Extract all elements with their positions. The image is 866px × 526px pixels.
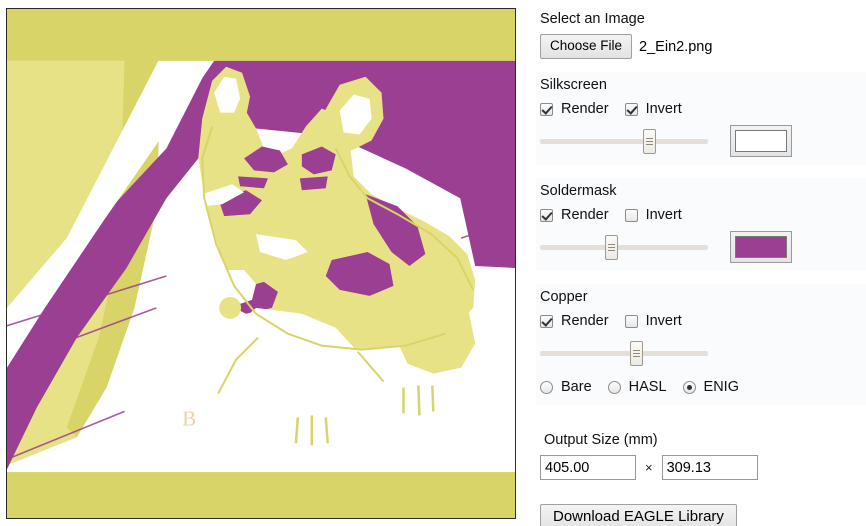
- artwork-eye-left: [238, 176, 268, 189]
- output-size-label: Output Size (mm): [544, 432, 658, 448]
- soldermask-color-swatch[interactable]: [730, 231, 792, 263]
- choose-file-button[interactable]: Choose File: [540, 34, 633, 59]
- slider-knob[interactable]: [604, 235, 618, 260]
- image-preview-canvas[interactable]: B: [6, 8, 516, 519]
- silkscreen-render-label: Render: [561, 101, 609, 117]
- soldermask-slider-row: [540, 230, 866, 264]
- output-height-input[interactable]: [661, 455, 758, 480]
- preview-matte-top: [7, 9, 515, 61]
- artwork-collar-tag: [219, 296, 242, 319]
- copper-finish-label-bare: Bare: [561, 379, 592, 395]
- download-eagle-library-button[interactable]: Download EAGLE Library: [540, 504, 737, 526]
- copper-finish-label-hasl: HASL: [628, 379, 667, 395]
- copper-title: Copper: [540, 289, 588, 305]
- copper-invert-label: Invert: [645, 313, 682, 329]
- soldermask-panel: Soldermask Render Invert: [536, 178, 866, 271]
- silkscreen-render-checkbox[interactable]: [540, 102, 553, 116]
- soldermask-invert-label: Invert: [645, 207, 682, 223]
- artwork-paw-right: [383, 365, 450, 416]
- preview-artwork: B: [7, 60, 515, 473]
- file-input-row: Choose File 2_Ein2.png: [540, 34, 866, 59]
- soldermask-render-label: Render: [561, 207, 609, 223]
- soldermask-title: Soldermask: [540, 183, 617, 199]
- silkscreen-invert-label: Invert: [645, 101, 682, 117]
- size-separator: ×: [645, 460, 653, 475]
- preview-matte-bottom: [7, 472, 515, 518]
- slider-track: [540, 351, 708, 356]
- soldermask-color-fill: [735, 236, 787, 258]
- artwork-eye-right: [299, 176, 328, 191]
- controls-column: Select an Image Choose File 2_Ein2.png S…: [536, 0, 866, 526]
- copper-finish-radio-hasl[interactable]: [607, 380, 621, 394]
- download-group: Download EAGLE Library: [536, 504, 866, 526]
- silkscreen-threshold-slider[interactable]: [540, 126, 708, 156]
- soldermask-render-checkbox[interactable]: [540, 208, 553, 222]
- slider-track: [540, 245, 708, 250]
- copper-render-checkbox[interactable]: [540, 314, 553, 328]
- silkscreen-color-swatch[interactable]: [730, 125, 792, 157]
- select-image-label: Select an Image: [540, 11, 645, 27]
- image-picker-group: Select an Image Choose File 2_Ein2.png: [536, 10, 866, 59]
- silkscreen-slider-row: [540, 124, 866, 158]
- copper-finish-group: Bare HASL ENIG: [540, 376, 866, 398]
- silkscreen-color-fill: [735, 130, 787, 152]
- copper-toggles: Render Invert: [540, 310, 866, 332]
- output-size-group: Output Size (mm) ×: [536, 431, 866, 480]
- soldermask-threshold-slider[interactable]: [540, 232, 708, 262]
- artwork-signature: B: [182, 406, 196, 430]
- silkscreen-panel: Silkscreen Render Invert: [536, 72, 866, 165]
- app-root: B Select an Image Choose File 2_Ein2.png…: [0, 0, 866, 526]
- output-width-input[interactable]: [540, 455, 636, 480]
- copper-panel: Copper Render Invert Bare HASL ENIG: [536, 284, 866, 405]
- silkscreen-title: Silkscreen: [540, 77, 607, 93]
- slider-knob[interactable]: [643, 129, 657, 154]
- soldermask-invert-checkbox[interactable]: [624, 208, 638, 222]
- slider-knob[interactable]: [629, 341, 643, 366]
- output-size-row: ×: [540, 455, 866, 480]
- copper-finish-radio-enig[interactable]: [682, 380, 696, 394]
- copper-slider-row: [540, 336, 866, 370]
- copper-threshold-slider[interactable]: [540, 338, 708, 368]
- soldermask-toggles: Render Invert: [540, 204, 866, 226]
- copper-render-label: Render: [561, 313, 609, 329]
- silkscreen-invert-checkbox[interactable]: [624, 102, 638, 116]
- preview-render: B: [7, 9, 515, 518]
- copper-finish-label-enig: ENIG: [703, 379, 739, 395]
- copper-invert-checkbox[interactable]: [624, 314, 638, 328]
- silkscreen-toggles: Render Invert: [540, 98, 866, 120]
- slider-track: [540, 139, 708, 144]
- selected-file-name: 2_Ein2.png: [639, 38, 713, 55]
- copper-finish-radio-bare[interactable]: [540, 380, 553, 394]
